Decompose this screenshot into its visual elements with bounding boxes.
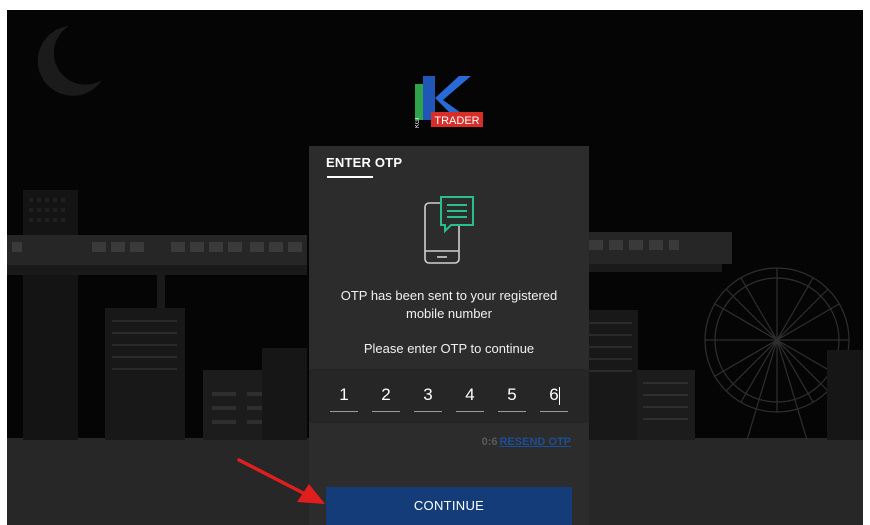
otp-digit-input-1[interactable]: 1 [330,381,358,412]
otp-digit-input-3[interactable]: 3 [414,381,442,412]
logo-trader-text: TRADER [434,115,479,127]
otp-panel: ENTER OTP OTP has been sent to your regi… [309,146,589,525]
logo-kgi-text: KGI [415,117,421,128]
resend-row: 0:6 RESEND OTP [482,436,571,448]
otp-digit-input-6[interactable]: 6 [540,381,568,412]
otp-digit-input-4[interactable]: 4 [456,381,484,412]
text-caret [559,387,560,405]
otp-instruction: Please enter OTP to continue [363,341,535,356]
phone-message-icon [424,196,474,264]
otp-digit-input-5[interactable]: 5 [498,381,526,412]
login-background: TRADER KGI ENTER OTP OTP has been sent t… [7,10,863,525]
resend-otp-link[interactable]: RESEND OTP [499,436,571,448]
panel-title: ENTER OTP [326,155,403,170]
title-underline [327,176,373,178]
continue-button[interactable]: CONTINUE [326,487,572,525]
otp-timer: 0:6 [481,436,498,448]
otp-digit-input-2[interactable]: 2 [372,381,400,412]
otp-input-row: 1 2 3 4 5 6 [309,369,589,423]
kgi-trader-logo: TRADER KGI [415,76,483,128]
red-arrow-icon [237,458,325,504]
otp-sent-message: OTP has been sent to your registered mob… [340,288,558,321]
